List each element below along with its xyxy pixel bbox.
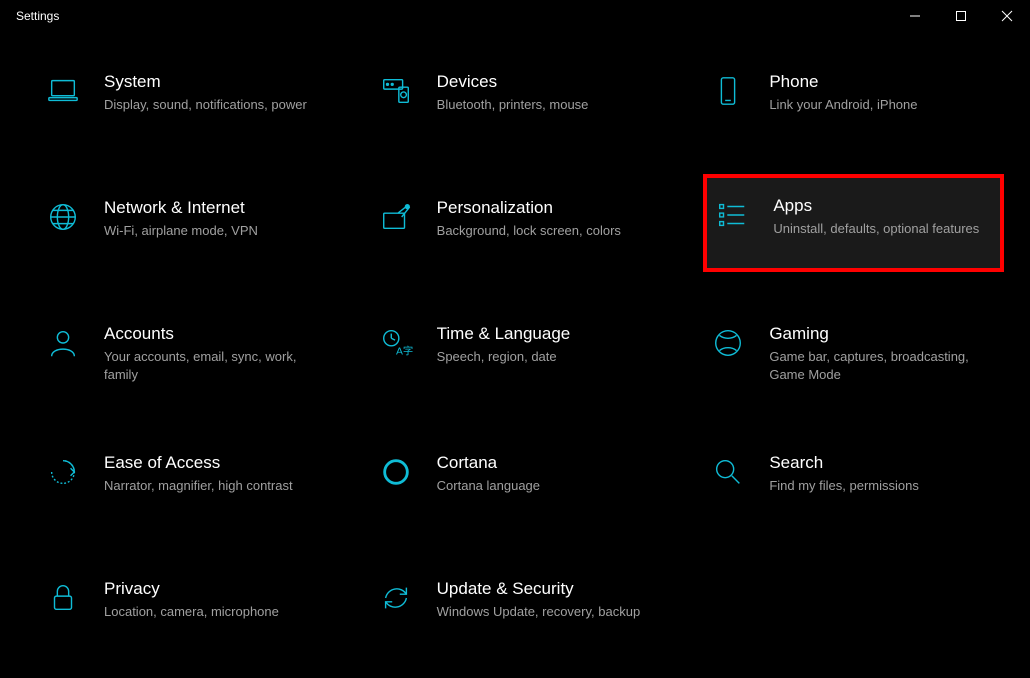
tile-desc: Background, lock screen, colors [437, 222, 660, 240]
tile-desc: Find my files, permissions [769, 477, 992, 495]
tile-title: Accounts [104, 324, 327, 344]
svg-text:A字: A字 [396, 344, 413, 357]
close-button[interactable] [984, 0, 1030, 32]
tile-desc: Location, camera, microphone [104, 603, 327, 621]
laptop-icon [46, 72, 82, 113]
tile-ease-of-access[interactable]: Ease of Access Narrator, magnifier, high… [42, 447, 335, 519]
tile-system[interactable]: System Display, sound, notifications, po… [42, 66, 335, 138]
tile-gaming[interactable]: Gaming Game bar, captures, broadcasting,… [707, 318, 1000, 393]
tile-time-language[interactable]: A字 Time & Language Speech, region, date [375, 318, 668, 393]
tile-title: Privacy [104, 579, 327, 599]
cortana-icon [379, 453, 415, 494]
lock-icon [46, 579, 82, 620]
tile-apps[interactable]: Apps Uninstall, defaults, optional featu… [707, 178, 1000, 268]
tile-desc: Uninstall, defaults, optional features [773, 220, 992, 238]
tile-desc: Bluetooth, printers, mouse [437, 96, 660, 114]
tile-network[interactable]: Network & Internet Wi-Fi, airplane mode,… [42, 192, 335, 264]
tile-privacy[interactable]: Privacy Location, camera, microphone [42, 573, 335, 645]
tile-update-security[interactable]: Update & Security Windows Update, recove… [375, 573, 668, 645]
maximize-button[interactable] [938, 0, 984, 32]
tile-title: Update & Security [437, 579, 660, 599]
tile-title: Gaming [769, 324, 992, 344]
tile-desc: Speech, region, date [437, 348, 660, 366]
tile-devices[interactable]: Devices Bluetooth, printers, mouse [375, 66, 668, 138]
tile-title: System [104, 72, 327, 92]
titlebar: Settings [0, 0, 1030, 32]
settings-grid: System Display, sound, notifications, po… [0, 32, 1030, 665]
update-icon [379, 579, 415, 620]
person-icon [46, 324, 82, 365]
tile-accounts[interactable]: Accounts Your accounts, email, sync, wor… [42, 318, 335, 393]
brush-icon [379, 198, 415, 239]
tile-title: Time & Language [437, 324, 660, 344]
tile-phone[interactable]: Phone Link your Android, iPhone [707, 66, 1000, 138]
tile-title: Phone [769, 72, 992, 92]
globe-icon [46, 198, 82, 239]
devices-icon [379, 72, 415, 113]
search-icon [711, 453, 747, 494]
window-controls [892, 0, 1030, 32]
phone-icon [711, 72, 747, 113]
tile-desc: Game bar, captures, broadcasting, Game M… [769, 348, 992, 383]
xbox-icon [711, 324, 747, 365]
ease-icon [46, 453, 82, 494]
window-title: Settings [16, 9, 59, 23]
tile-search[interactable]: Search Find my files, permissions [707, 447, 1000, 519]
tile-title: Ease of Access [104, 453, 327, 473]
tile-personalization[interactable]: Personalization Background, lock screen,… [375, 192, 668, 264]
time-lang-icon: A字 [379, 324, 415, 365]
tile-desc: Your accounts, email, sync, work, family [104, 348, 327, 383]
minimize-button[interactable] [892, 0, 938, 32]
tile-desc: Cortana language [437, 477, 660, 495]
tile-desc: Narrator, magnifier, high contrast [104, 477, 327, 495]
tile-desc: Wi-Fi, airplane mode, VPN [104, 222, 327, 240]
tile-desc: Windows Update, recovery, backup [437, 603, 660, 621]
tile-title: Cortana [437, 453, 660, 473]
tile-desc: Link your Android, iPhone [769, 96, 992, 114]
tile-title: Devices [437, 72, 660, 92]
tile-cortana[interactable]: Cortana Cortana language [375, 447, 668, 519]
tile-title: Apps [773, 196, 992, 216]
tile-title: Personalization [437, 198, 660, 218]
tile-title: Search [769, 453, 992, 473]
tile-desc: Display, sound, notifications, power [104, 96, 327, 114]
apps-icon [715, 196, 751, 237]
tile-title: Network & Internet [104, 198, 327, 218]
